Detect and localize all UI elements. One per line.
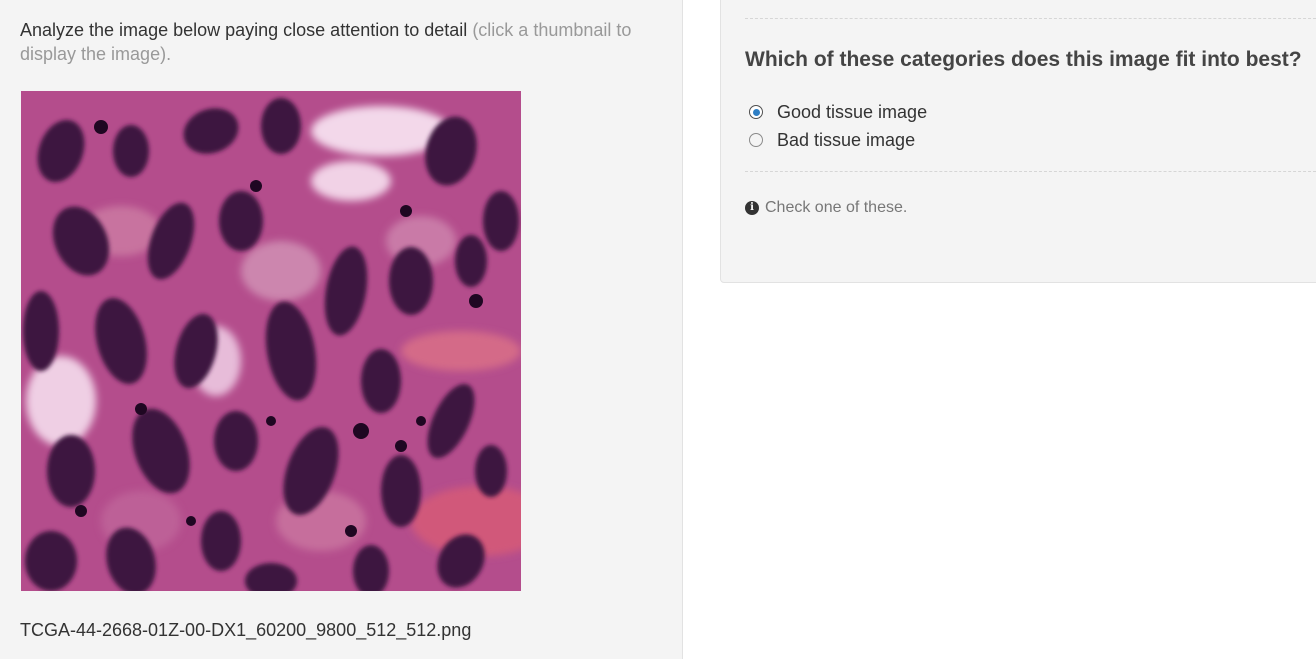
question-title: Which of these categories does this imag… [745, 48, 1302, 71]
divider [745, 171, 1316, 172]
option-label: Bad tissue image [777, 129, 916, 150]
tissue-histology-image [21, 91, 521, 591]
image-filename: TCGA-44-2668-01Z-00-DX1_60200_9800_512_5… [20, 620, 472, 640]
option-good-tissue[interactable]: Good tissue image [749, 98, 927, 126]
help-label: Check one of these. [765, 199, 908, 216]
option-bad-tissue[interactable]: Bad tissue image [749, 126, 927, 154]
tissue-image [21, 91, 521, 591]
question-panel: Which of these categories does this imag… [720, 0, 1316, 283]
radio-good-tissue[interactable] [749, 105, 763, 119]
instruction-text: Analyze the image below paying close att… [20, 18, 670, 66]
radio-bad-tissue[interactable] [749, 133, 763, 147]
divider [745, 18, 1316, 19]
help-text: i Check one of these. [745, 199, 907, 217]
image-panel: Analyze the image below paying close att… [0, 0, 683, 659]
option-label: Good tissue image [777, 101, 928, 122]
category-options: Good tissue image Bad tissue image [749, 98, 927, 154]
info-icon: i [745, 201, 759, 215]
instruction-main: Analyze the image below paying close att… [20, 20, 468, 40]
